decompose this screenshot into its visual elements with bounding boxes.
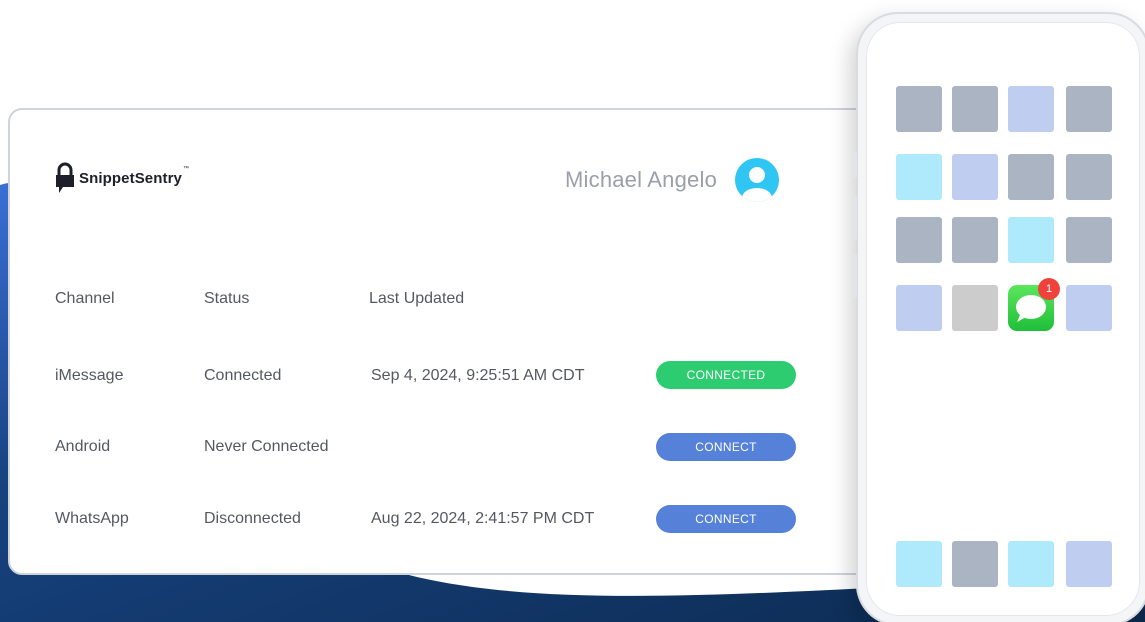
row-status: Never Connected — [204, 438, 329, 455]
phone-side-button — [853, 152, 857, 178]
app-icon — [1066, 285, 1112, 331]
app-icon — [896, 86, 942, 132]
app-icon — [952, 86, 998, 132]
app-icon — [1066, 154, 1112, 200]
app-icon — [896, 154, 942, 200]
row-channel: iMessage — [55, 367, 124, 384]
dock-app-icon — [1066, 541, 1112, 587]
app-icon — [896, 217, 942, 263]
app-icon — [1008, 217, 1054, 263]
app-icon — [896, 285, 942, 331]
app-icon — [1008, 86, 1054, 132]
row-status: Connected — [204, 367, 282, 384]
row-channel: WhatsApp — [55, 510, 129, 527]
dock-app-icon — [896, 541, 942, 587]
header-status: Status — [204, 290, 250, 307]
row-status: Disconnected — [204, 510, 301, 527]
phone-side-button — [853, 196, 857, 240]
brand-logo: SnippetSentry ™ — [54, 162, 189, 194]
app-icon — [1066, 86, 1112, 132]
app-icon — [952, 154, 998, 200]
phone-mockup: 1 — [853, 12, 1145, 622]
connected-button-imessage[interactable]: CONNECTED — [656, 361, 796, 389]
row-last-updated: Aug 22, 2024, 2:41:57 PM CDT — [371, 510, 595, 527]
avatar-icon[interactable] — [735, 158, 780, 202]
brand-name: SnippetSentry — [79, 169, 182, 187]
brand-trademark: ™ — [182, 166, 189, 172]
dock-app-icon — [1008, 541, 1054, 587]
lock-icon — [56, 162, 74, 193]
app-icon — [1066, 217, 1112, 263]
connect-button-whatsapp[interactable]: CONNECT — [656, 505, 796, 533]
phone-side-button — [853, 254, 857, 298]
notification-badge: 1 — [1038, 278, 1060, 300]
app-icon — [1008, 154, 1054, 200]
header-last-updated: Last Updated — [369, 290, 465, 307]
app-icon — [952, 285, 998, 331]
row-channel: Android — [55, 438, 111, 455]
row-last-updated: Sep 4, 2024, 9:25:51 AM CDT — [371, 367, 585, 384]
dock-app-icon — [952, 541, 998, 587]
connect-button-android[interactable]: CONNECT — [656, 433, 796, 461]
user-profile[interactable]: Michael Angelo — [565, 158, 780, 202]
app-icon — [952, 217, 998, 263]
header-channel: Channel — [55, 290, 115, 307]
user-name: Michael Angelo — [565, 167, 718, 192]
channels-card: SnippetSentry ™ Michael Angelo Channel S… — [8, 108, 888, 575]
